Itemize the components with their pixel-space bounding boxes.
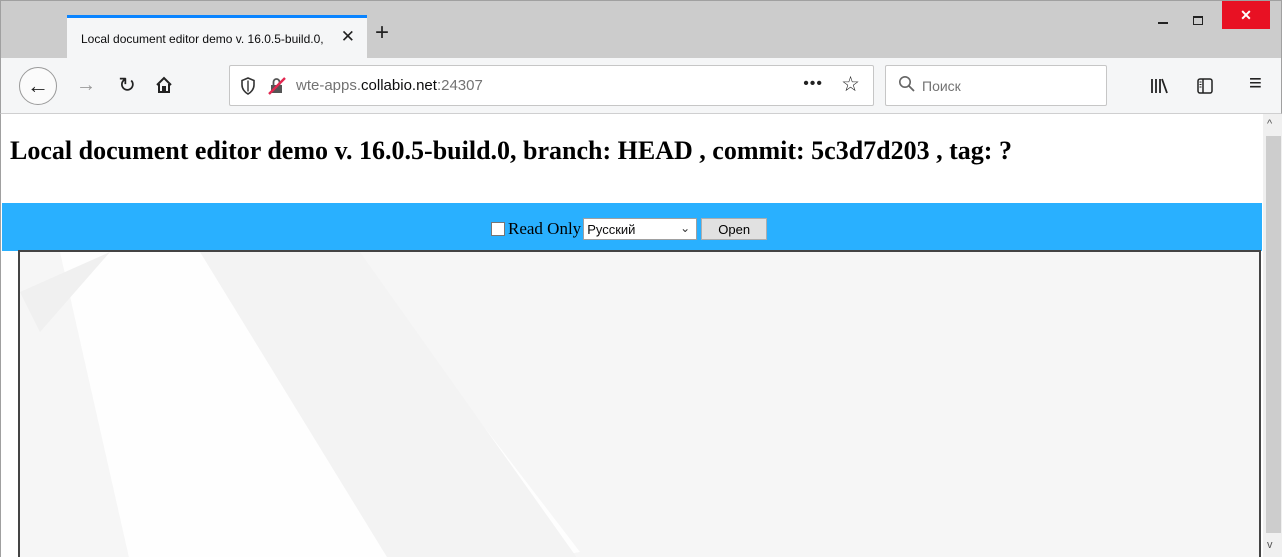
tracking-shield-icon[interactable] — [240, 77, 256, 95]
url-port: :24307 — [436, 77, 483, 94]
scrollbar-thumb[interactable] — [1266, 136, 1281, 533]
editor-frame[interactable] — [18, 250, 1261, 557]
vertical-scrollbar[interactable]: ^ v — [1263, 114, 1282, 557]
maximize-icon — [1193, 15, 1203, 25]
search-bar[interactable]: Поиск — [885, 65, 1107, 106]
maximize-window-button[interactable] — [1181, 1, 1215, 39]
chevron-down-icon: ⌄ — [680, 221, 691, 235]
sidebar-icon[interactable] — [1197, 78, 1213, 94]
home-button[interactable] — [149, 70, 179, 100]
home-icon — [156, 76, 172, 93]
page-actions-icon[interactable]: ••• — [803, 75, 823, 93]
read-only-label: Read Only — [508, 219, 582, 238]
scroll-up-icon[interactable]: ^ — [1267, 118, 1272, 130]
url-text: wte-apps.collabio.net:24307 — [296, 77, 483, 94]
language-selected-value: Русский — [587, 221, 636, 237]
url-prefix: wte-apps. — [296, 77, 362, 94]
navigation-toolbar: ← → ↻ wte-apps.collabio.net:24307 ••• ☆ … — [0, 58, 1282, 114]
minimize-icon — [1158, 22, 1168, 24]
reload-button[interactable]: ↻ — [112, 70, 142, 100]
library-icon[interactable] — [1150, 78, 1168, 94]
insecure-connection-icon[interactable] — [267, 76, 287, 99]
read-only-checkbox[interactable] — [491, 222, 505, 236]
search-icon — [898, 75, 915, 95]
close-window-button[interactable]: ✕ — [1222, 1, 1270, 29]
editor-background-pattern — [20, 252, 1259, 557]
close-tab-icon[interactable]: ✕ — [341, 26, 355, 48]
forward-button[interactable]: → — [71, 70, 101, 100]
tab-strip: Local document editor demo v. 16.0.5-bui… — [0, 0, 1282, 59]
minimize-window-button[interactable] — [1146, 1, 1180, 39]
tab-title: Local document editor demo v. 16.0.5-bui… — [81, 31, 325, 46]
editor-controls: Read Only Русский ⌄ Open — [491, 217, 768, 241]
language-select[interactable]: Русский ⌄ — [583, 218, 698, 240]
page-viewport: Local document editor demo v. 16.0.5-bui… — [0, 114, 1282, 557]
url-domain: collabio.net — [361, 77, 437, 94]
scroll-down-icon[interactable]: v — [1267, 539, 1273, 551]
tab-active[interactable]: Local document editor demo v. 16.0.5-bui… — [67, 15, 367, 59]
new-tab-button[interactable]: + — [375, 19, 389, 47]
open-button[interactable]: Open — [701, 218, 768, 240]
menu-icon[interactable]: ≡ — [1249, 70, 1262, 96]
page-title: Local document editor demo v. 16.0.5-bui… — [10, 136, 1012, 165]
search-placeholder: Поиск — [922, 78, 961, 94]
address-bar[interactable]: wte-apps.collabio.net:24307 ••• ☆ — [229, 65, 874, 106]
back-button[interactable]: ← — [19, 67, 57, 105]
bookmark-star-icon[interactable]: ☆ — [841, 72, 860, 97]
